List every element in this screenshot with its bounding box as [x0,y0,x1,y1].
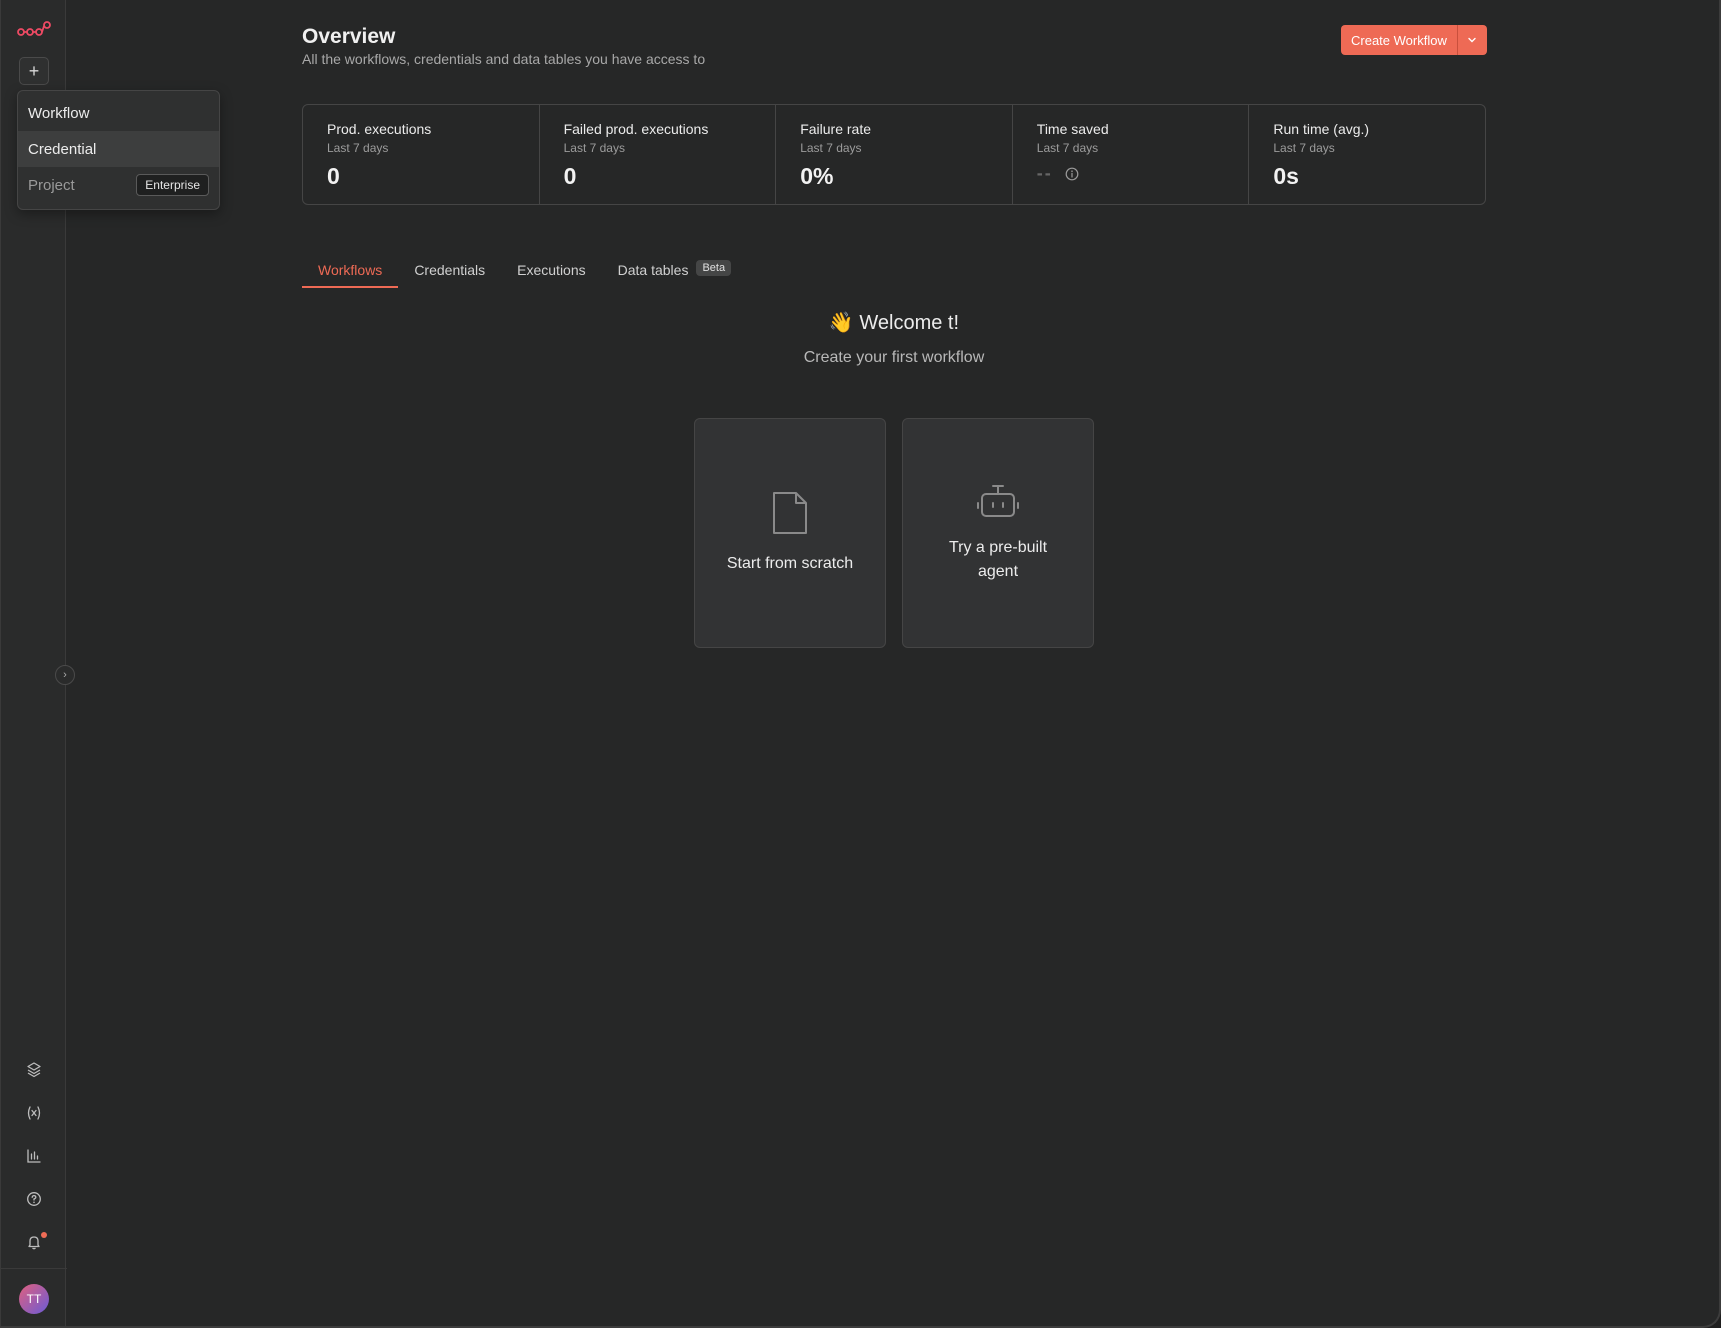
menu-item-label: Project [28,176,75,194]
stat-label: Prod. executions [327,121,432,137]
welcome-subtitle: Create your first workflow [803,349,985,366]
stat-prod-executions[interactable]: Prod. executions Last 7 days 0 [303,105,540,204]
wave-emoji: 👋 [828,312,854,334]
tab-data-tables[interactable]: Data tables Beta [602,256,747,288]
create-workflow-split-button: Create Workflow [1341,25,1487,55]
stat-period: Last 7 days [327,141,389,155]
stat-value: -- [1036,163,1053,183]
pre-built-agent-card[interactable]: Try a pre-built agent [902,418,1094,648]
variables-icon[interactable] [23,1102,45,1124]
stat-run-time[interactable]: Run time (avg.) Last 7 days 0s [1249,105,1485,204]
app-window: + TT › Workflow Credential Project Enter… [0,0,1721,1328]
menu-item-label: Workflow [28,104,90,122]
menu-item-credential[interactable]: Credential [18,131,219,167]
stat-label: Time saved [1036,121,1109,137]
menu-item-label: Credential [28,140,97,158]
beta-badge: Beta [696,260,732,276]
stat-value-row: -- [1037,163,1225,184]
sidebar-collapse-button[interactable]: › [55,665,75,685]
stat-period: Last 7 days [1036,141,1099,155]
stat-period: Last 7 days [800,141,862,155]
info-icon[interactable] [1065,167,1079,181]
stat-label: Run time (avg.) [1273,121,1370,137]
insights-icon[interactable] [23,1145,45,1167]
stat-failure-rate[interactable]: Failure rate Last 7 days 0% [776,105,1013,204]
stat-period: Last 7 days [563,141,625,155]
stat-failed-executions[interactable]: Failed prod. executions Last 7 days 0 [540,105,777,204]
card-label: Start from scratch [726,555,854,572]
stat-label: Failed prod. executions [563,121,709,137]
tab-workflows[interactable]: Workflows [302,256,399,288]
templates-icon[interactable] [23,1059,45,1081]
welcome-title: Welcome t! [859,312,960,334]
stat-value: 0 [563,163,577,189]
tab-bar: Workflows Credentials Executions Data ta… [302,256,747,288]
tab-executions[interactable]: Executions [501,256,601,288]
create-workflow-button[interactable]: Create Workflow [1341,25,1457,55]
start-from-scratch-card[interactable]: Start from scratch [694,418,886,648]
enterprise-badge: Enterprise [136,174,209,196]
welcome-heading: 👋 Welcome t! [302,310,1486,335]
menu-item-project[interactable]: Project Enterprise [18,167,219,203]
plus-icon[interactable]: + [19,57,49,85]
avatar[interactable]: TT [19,1284,49,1314]
menu-item-workflow[interactable]: Workflow [18,95,219,131]
chevron-down-icon [1468,37,1477,43]
stat-value: 0 [327,163,340,189]
stat-value: 0s [1273,163,1299,189]
tab-label: Data tables [617,262,689,278]
create-workflow-dropdown-button[interactable] [1456,25,1487,55]
file-icon [773,492,807,534]
stats-panel: Prod. executions Last 7 days 0 Failed pr… [302,104,1486,205]
tab-credentials[interactable]: Credentials [398,256,501,288]
help-icon[interactable] [23,1188,45,1210]
robot-icon [977,485,1019,517]
card-label: Try a pre-built agent [948,539,1048,580]
logo-icon[interactable] [17,20,51,42]
page-title: Overview [302,25,396,48]
stat-label: Failure rate [800,121,871,137]
create-dropdown-menu: Workflow Credential Project Enterprise [17,90,220,210]
sidebar-divider [1,1268,67,1269]
stat-value: 0% [800,163,834,189]
stat-period: Last 7 days [1273,141,1335,155]
stat-time-saved[interactable]: Time saved Last 7 days -- [1013,105,1250,204]
notification-dot [41,1232,47,1238]
page-subtitle: All the workflows, credentials and data … [302,51,706,67]
